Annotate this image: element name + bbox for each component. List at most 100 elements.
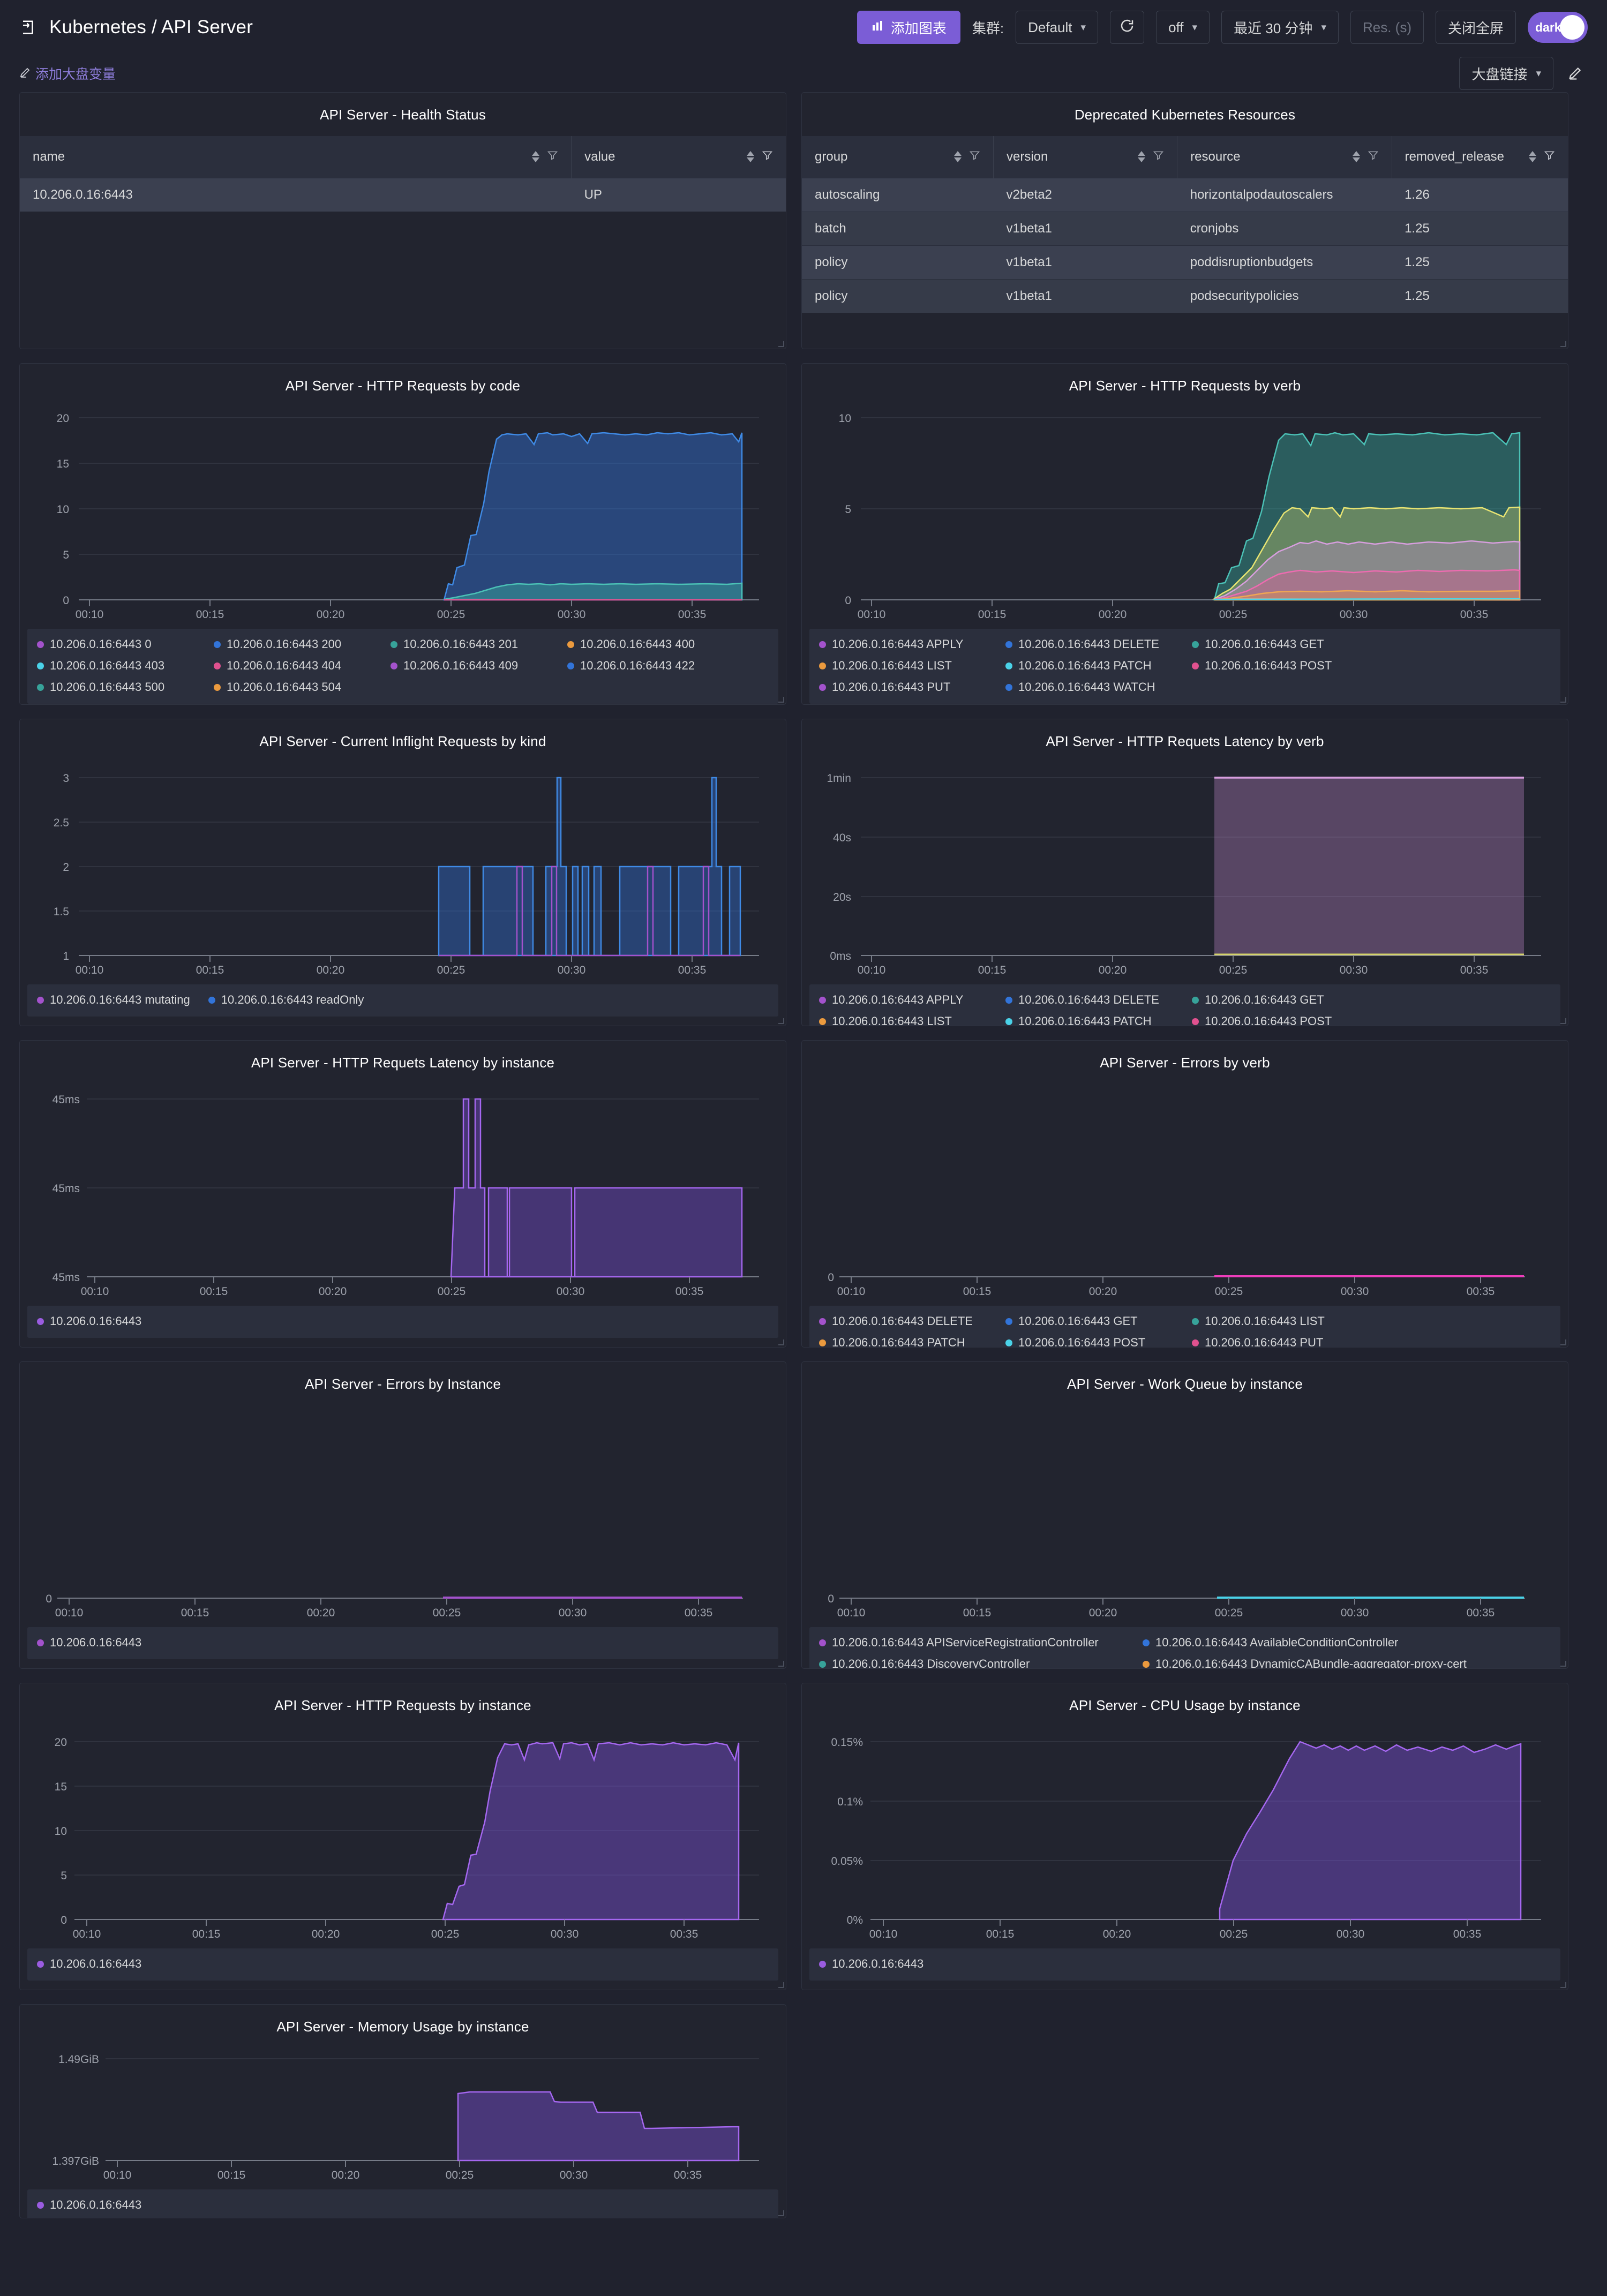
panel-resize-handle[interactable]: [1559, 1338, 1567, 1346]
legend-item[interactable]: 10.206.0.16:6443 DynamicCABundle-aggrega…: [1143, 1657, 1466, 1669]
filter-icon[interactable]: [762, 149, 773, 164]
legend-item[interactable]: 10.206.0.16:6443 readOnly: [208, 993, 364, 1007]
legend-item[interactable]: 10.206.0.16:6443 AvailableConditionContr…: [1143, 1636, 1466, 1650]
legend-item[interactable]: 10.206.0.16:6443 GET: [1005, 1314, 1192, 1328]
table-row[interactable]: batch v1beta1 cronjobs 1.25: [802, 212, 1568, 245]
legend-item[interactable]: 10.206.0.16:6443 500: [37, 680, 214, 694]
svg-text:00:20: 00:20: [1089, 1607, 1117, 1619]
legend-item[interactable]: 10.206.0.16:6443 PUT: [819, 680, 1005, 694]
legend-item[interactable]: 10.206.0.16:6443 APPLY: [819, 637, 1005, 651]
panel-resize-handle[interactable]: [777, 1017, 785, 1025]
legend-item[interactable]: 10.206.0.16:6443: [819, 1957, 923, 1971]
legend-item[interactable]: 10.206.0.16:6443 LIST: [819, 1014, 1005, 1026]
legend-item[interactable]: 10.206.0.16:6443: [37, 1314, 141, 1328]
legend-item[interactable]: 10.206.0.16:6443 400: [567, 637, 744, 651]
fullscreen-toggle-button[interactable]: 关闭全屏: [1436, 11, 1516, 44]
sort-icon[interactable]: [747, 151, 754, 162]
panel-resize-handle[interactable]: [777, 340, 785, 348]
legend-item[interactable]: 10.206.0.16:6443 0: [37, 637, 214, 651]
legend-item[interactable]: 10.206.0.16:6443 PATCH: [819, 1336, 1005, 1348]
legend-item[interactable]: 10.206.0.16:6443 GET: [1192, 637, 1378, 651]
theme-toggle[interactable]: dark: [1528, 12, 1588, 43]
legend-item[interactable]: 10.206.0.16:6443 422: [567, 659, 744, 673]
legend-item[interactable]: 10.206.0.16:6443: [37, 1636, 141, 1650]
legend-item[interactable]: 10.206.0.16:6443 DELETE: [819, 1314, 1005, 1328]
column-header-value[interactable]: value: [572, 136, 786, 178]
column-header-name[interactable]: name: [20, 136, 572, 178]
table-row[interactable]: 10.206.0.16:6443 UP: [20, 178, 786, 212]
sort-icon[interactable]: [954, 151, 962, 162]
column-label: resource: [1190, 149, 1352, 164]
filter-icon[interactable]: [1153, 149, 1164, 164]
table-row[interactable]: autoscaling v2beta2 horizontalpodautosca…: [802, 178, 1568, 212]
legend-item[interactable]: 10.206.0.16:6443 APIServiceRegistrationC…: [819, 1636, 1143, 1650]
column-label: value: [584, 149, 747, 164]
panel-collapse-icon[interactable]: [19, 18, 37, 36]
legend-item[interactable]: 10.206.0.16:6443 403: [37, 659, 214, 673]
panel-resize-handle[interactable]: [1559, 696, 1567, 703]
panel-resize-handle[interactable]: [1559, 1660, 1567, 1667]
legend-item[interactable]: 10.206.0.16:6443 POST: [1192, 1014, 1378, 1026]
legend-item[interactable]: 10.206.0.16:6443 DELETE: [1005, 637, 1192, 651]
dashboard-links-select[interactable]: 大盘链接 ▾: [1459, 57, 1553, 90]
svg-text:00:20: 00:20: [307, 1607, 335, 1619]
panel-resize-handle[interactable]: [1559, 340, 1567, 348]
filter-icon[interactable]: [547, 149, 558, 164]
sort-icon[interactable]: [1353, 151, 1360, 162]
legend-item[interactable]: 10.206.0.16:6443 DELETE: [1005, 993, 1192, 1007]
legend-item[interactable]: 10.206.0.16:6443 LIST: [819, 659, 1005, 673]
legend-item[interactable]: 10.206.0.16:6443 409: [391, 659, 567, 673]
legend-item[interactable]: 10.206.0.16:6443: [37, 2198, 141, 2212]
column-header-resource[interactable]: resource: [1177, 136, 1392, 178]
time-range-picker[interactable]: 最近 30 分钟 ▾: [1221, 11, 1339, 44]
legend-label: 10.206.0.16:6443 DELETE: [1018, 637, 1159, 651]
legend-item[interactable]: 10.206.0.16:6443 GET: [1192, 993, 1378, 1007]
panel-resize-handle[interactable]: [1559, 1981, 1567, 1989]
legend-item[interactable]: 10.206.0.16:6443 POST: [1192, 659, 1378, 673]
sort-icon[interactable]: [532, 151, 539, 162]
svg-text:00:15: 00:15: [181, 1607, 209, 1619]
chart-legend: 10.206.0.16:6443: [27, 2189, 778, 2218]
legend-item[interactable]: 10.206.0.16:6443 504: [214, 680, 391, 694]
legend-item[interactable]: 10.206.0.16:6443 404: [214, 659, 391, 673]
filter-icon[interactable]: [969, 149, 980, 164]
chart-svg-req-code: 20 15 10 5 0 00:10 00:15 00:20 00:25 00:…: [36, 407, 770, 621]
legend-item[interactable]: 10.206.0.16:6443 PATCH: [1005, 1014, 1192, 1026]
cell-group: batch: [802, 212, 994, 245]
refresh-interval-select[interactable]: off ▾: [1156, 11, 1210, 44]
legend-item[interactable]: 10.206.0.16:6443 PUT: [1192, 1336, 1378, 1348]
legend-item[interactable]: 10.206.0.16:6443: [37, 1957, 141, 1971]
cluster-select[interactable]: Default ▾: [1016, 11, 1098, 44]
legend-item[interactable]: 10.206.0.16:6443 mutating: [37, 993, 190, 1007]
panel-resize-handle[interactable]: [777, 2209, 785, 2217]
legend-item[interactable]: 10.206.0.16:6443 PATCH: [1005, 659, 1192, 673]
column-header-version[interactable]: version: [994, 136, 1177, 178]
legend-item[interactable]: 10.206.0.16:6443 POST: [1005, 1336, 1192, 1348]
refresh-button[interactable]: [1110, 11, 1144, 44]
panel-resize-handle[interactable]: [1559, 1017, 1567, 1025]
edit-dashboard-button[interactable]: [1564, 61, 1588, 86]
filter-icon[interactable]: [1368, 149, 1379, 164]
add-chart-button[interactable]: 添加图表: [857, 11, 960, 44]
column-header-removed-release[interactable]: removed_release: [1392, 136, 1568, 178]
svg-text:10: 10: [57, 503, 69, 516]
panel-resize-handle[interactable]: [777, 1338, 785, 1346]
resolution-input[interactable]: Res. (s): [1350, 11, 1424, 44]
column-header-group[interactable]: group: [802, 136, 994, 178]
legend-item[interactable]: 10.206.0.16:6443 201: [391, 637, 567, 651]
legend-item[interactable]: 10.206.0.16:6443 APPLY: [819, 993, 1005, 1007]
sort-icon[interactable]: [1138, 151, 1145, 162]
add-dashboard-variable-link[interactable]: 添加大盘变量: [19, 64, 116, 83]
legend-color-dot: [819, 663, 826, 669]
panel-resize-handle[interactable]: [777, 696, 785, 703]
filter-icon[interactable]: [1544, 149, 1555, 164]
table-row[interactable]: policy v1beta1 podsecuritypolicies 1.25: [802, 279, 1568, 313]
panel-resize-handle[interactable]: [777, 1981, 785, 1989]
legend-item[interactable]: 10.206.0.16:6443 200: [214, 637, 391, 651]
legend-item[interactable]: 10.206.0.16:6443 DiscoveryController: [819, 1657, 1143, 1669]
sort-icon[interactable]: [1529, 151, 1536, 162]
legend-item[interactable]: 10.206.0.16:6443 WATCH: [1005, 680, 1192, 694]
legend-item[interactable]: 10.206.0.16:6443 LIST: [1192, 1314, 1378, 1328]
panel-resize-handle[interactable]: [777, 1660, 785, 1667]
table-row[interactable]: policy v1beta1 poddisruptionbudgets 1.25: [802, 245, 1568, 279]
